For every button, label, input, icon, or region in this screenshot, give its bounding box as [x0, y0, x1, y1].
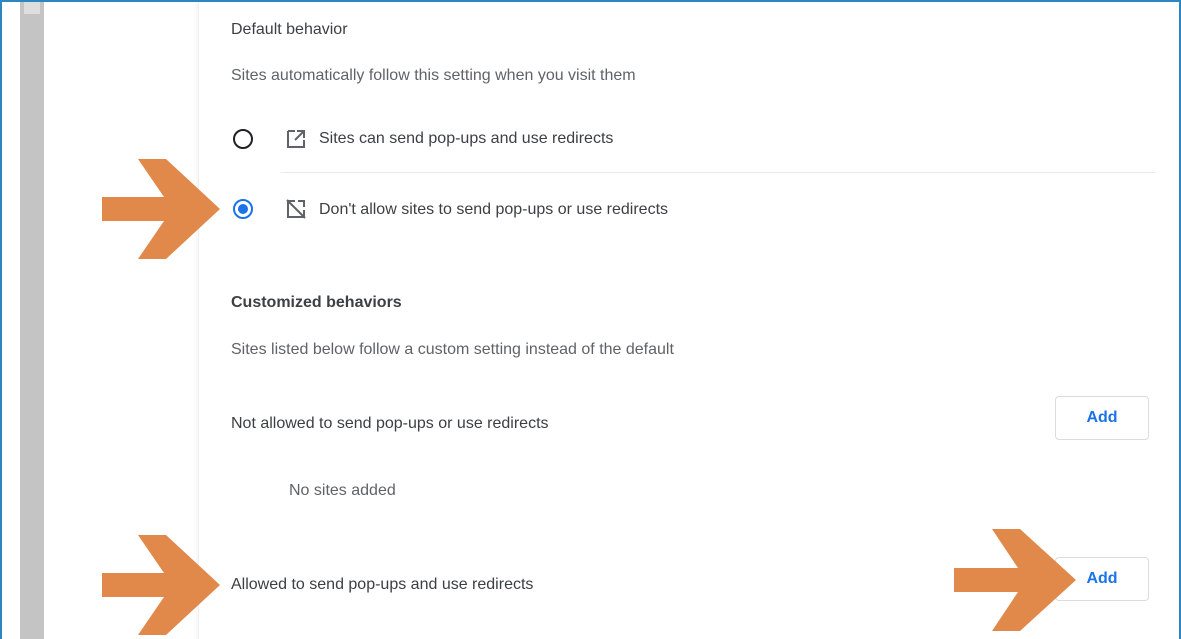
no-sites-added-text: No sites added [289, 482, 396, 499]
not-allowed-section-label: Not allowed to send pop-ups or use redir… [231, 415, 549, 432]
option-divider [281, 172, 1155, 173]
radio-button-allow[interactable] [233, 129, 253, 149]
option-allow-label: Sites can send pop-ups and use redirects [319, 130, 614, 147]
customized-behaviors-description: Sites listed below follow a custom setti… [231, 341, 674, 358]
annotation-arrow-allowed-section [102, 535, 220, 635]
add-not-allowed-site-button[interactable]: Add [1055, 396, 1149, 440]
default-behavior-heading: Default behavior [231, 21, 348, 38]
screenshot-frame: Default behavior Sites automatically fol… [0, 0, 1181, 639]
annotation-arrow-block-option [102, 159, 220, 259]
allowed-section-label: Allowed to send pop-ups and use redirect… [231, 576, 534, 593]
option-block-label: Don't allow sites to send pop-ups or use… [319, 201, 669, 218]
popup-blocked-icon [286, 199, 306, 219]
customized-behaviors-heading: Customized behaviors [231, 294, 402, 311]
left-scrollbar-track[interactable] [20, 2, 44, 639]
scrollbar-thumb[interactable] [24, 2, 40, 14]
default-behavior-description: Sites automatically follow this setting … [231, 67, 636, 84]
radio-button-block[interactable] [233, 199, 253, 219]
open-in-new-icon [287, 130, 305, 148]
annotation-arrow-add-button [954, 529, 1076, 631]
